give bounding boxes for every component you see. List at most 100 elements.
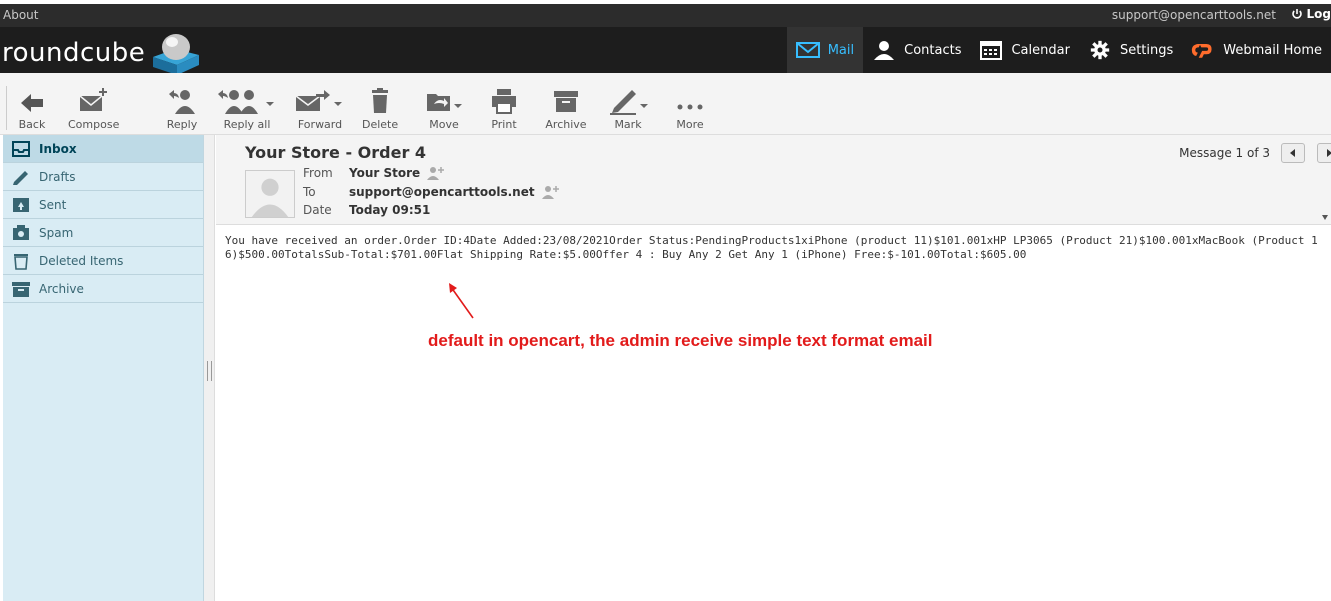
folder-list: Inbox Drafts Sent Spam Deleted Items Arc… (3, 135, 204, 601)
back-label: Back (18, 118, 46, 131)
spam-icon (13, 224, 29, 240)
folder-deleted-items-label: Deleted Items (39, 253, 124, 268)
nav-settings[interactable]: Settings (1079, 27, 1182, 73)
inbox-icon (12, 140, 30, 157)
folder-move-icon (427, 94, 462, 111)
reply-icon (169, 90, 195, 114)
from-label: From (303, 166, 333, 180)
from-value[interactable]: Your Store (349, 166, 420, 180)
triangle-left-icon (1290, 149, 1295, 157)
forward-label: Forward (297, 118, 343, 131)
nav-calendar-label: Calendar (1011, 42, 1070, 58)
folder-archive-label: Archive (39, 281, 84, 296)
folder-drafts-label: Drafts (39, 169, 76, 184)
add-contact-icon[interactable] (541, 185, 559, 199)
folder-spam[interactable]: Spam (3, 219, 203, 247)
mark-label: Mark (614, 118, 642, 131)
power-icon (1291, 9, 1302, 19)
compose-icon (79, 88, 107, 111)
back-arrow-icon (21, 94, 43, 112)
more-label: More (676, 118, 704, 131)
calendar-icon (980, 41, 1003, 60)
splitter-grip[interactable] (207, 361, 212, 381)
folder-sent[interactable]: Sent (3, 191, 203, 219)
cpanel-icon (1192, 44, 1212, 58)
folder-spam-label: Spam (39, 225, 74, 240)
folder-archive[interactable]: Archive (3, 275, 203, 303)
forward-button[interactable]: Forward (294, 86, 346, 131)
forward-icon (295, 90, 342, 111)
mark-button[interactable]: Mark (606, 86, 650, 131)
date-row: Date Today 09:51 (303, 203, 430, 217)
prev-message-button[interactable] (1281, 143, 1305, 163)
delete-button[interactable]: Delete (362, 86, 398, 131)
nav-contacts[interactable]: Contacts (863, 27, 970, 73)
nav-webmail-home[interactable]: Webmail Home (1182, 27, 1331, 73)
trash-icon (14, 253, 28, 270)
move-label: Move (429, 118, 459, 131)
nav-mail-label: Mail (827, 42, 855, 58)
delete-label: Delete (362, 118, 399, 131)
to-row: To support@opencarttools.net (303, 185, 559, 199)
folder-inbox[interactable]: Inbox (3, 135, 203, 163)
from-row: From Your Store (303, 166, 445, 180)
add-contact-icon[interactable] (426, 166, 445, 180)
message-body: You have received an order.Order ID:4Dat… (225, 234, 1318, 261)
to-value[interactable]: support@opencarttools.net (349, 185, 535, 199)
about-link[interactable]: About (3, 8, 38, 22)
reply-label: Reply (166, 118, 198, 131)
nav-settings-label: Settings (1119, 42, 1174, 58)
folder-drafts[interactable]: Drafts (3, 163, 203, 191)
triangle-right-icon (1327, 149, 1331, 157)
main-nav: Mail Contacts Calendar Settings Webmail … (786, 27, 1331, 73)
reply-all-label: Reply all (223, 118, 271, 131)
reply-all-button[interactable]: Reply all (216, 86, 278, 131)
annotation-text: default in opencart, the admin receive s… (428, 331, 933, 350)
print-label: Print (491, 118, 517, 131)
compose-label: Compose (68, 118, 120, 131)
top-strip: About support@opencarttools.net Log (0, 0, 1331, 27)
archive-button[interactable]: Archive (544, 86, 588, 131)
nav-webmail-home-label: Webmail Home (1223, 42, 1322, 58)
folder-sent-label: Sent (39, 197, 67, 212)
user-email: support@opencarttools.net (1111, 8, 1276, 22)
back-button[interactable]: Back (14, 86, 50, 131)
collapse-headers-icon[interactable] (1322, 215, 1328, 220)
more-dots-icon (677, 104, 703, 110)
move-button[interactable]: Move (424, 86, 464, 131)
next-message-button[interactable] (1317, 143, 1331, 163)
avatar-placeholder-icon (246, 171, 294, 217)
sent-icon (13, 197, 29, 212)
app-header: roundcube Mail Contacts Calendar Setting… (0, 27, 1331, 75)
compose-button[interactable]: Compose (68, 86, 120, 131)
pane-splitter[interactable] (204, 135, 215, 601)
mark-pen-icon (610, 90, 648, 115)
person-icon (874, 41, 895, 60)
roundcube-logo[interactable]: roundcube (2, 31, 203, 75)
nav-mail[interactable]: Mail (786, 27, 864, 73)
date-label: Date (303, 203, 332, 217)
print-button[interactable]: Print (486, 86, 522, 131)
archive-icon (554, 91, 578, 112)
roundcube-logo-icon (153, 34, 200, 75)
sender-avatar (245, 170, 295, 218)
mail-icon (795, 42, 820, 58)
brand-name: roundcube (2, 38, 146, 68)
archive-label: Archive (545, 118, 587, 131)
more-button[interactable]: More (672, 86, 708, 131)
annotation-arrow-icon (449, 283, 474, 319)
message-header: Your Store - Order 4 From Your Store To … (216, 135, 1331, 225)
folder-inbox-label: Inbox (39, 141, 77, 156)
archive-icon (12, 281, 30, 297)
nav-calendar[interactable]: Calendar (970, 27, 1078, 73)
folder-deleted-items[interactable]: Deleted Items (3, 247, 203, 275)
nav-contacts-label: Contacts (904, 42, 962, 58)
printer-icon (492, 89, 516, 114)
date-value: Today 09:51 (349, 203, 431, 217)
message-subject: Your Store - Order 4 (245, 143, 427, 162)
message-counter: Message 1 of 3 (1179, 146, 1270, 160)
reply-button[interactable]: Reply (164, 86, 200, 131)
trash-icon (372, 88, 388, 113)
to-label: To (303, 185, 316, 199)
logout-button[interactable]: Log (1291, 7, 1331, 21)
